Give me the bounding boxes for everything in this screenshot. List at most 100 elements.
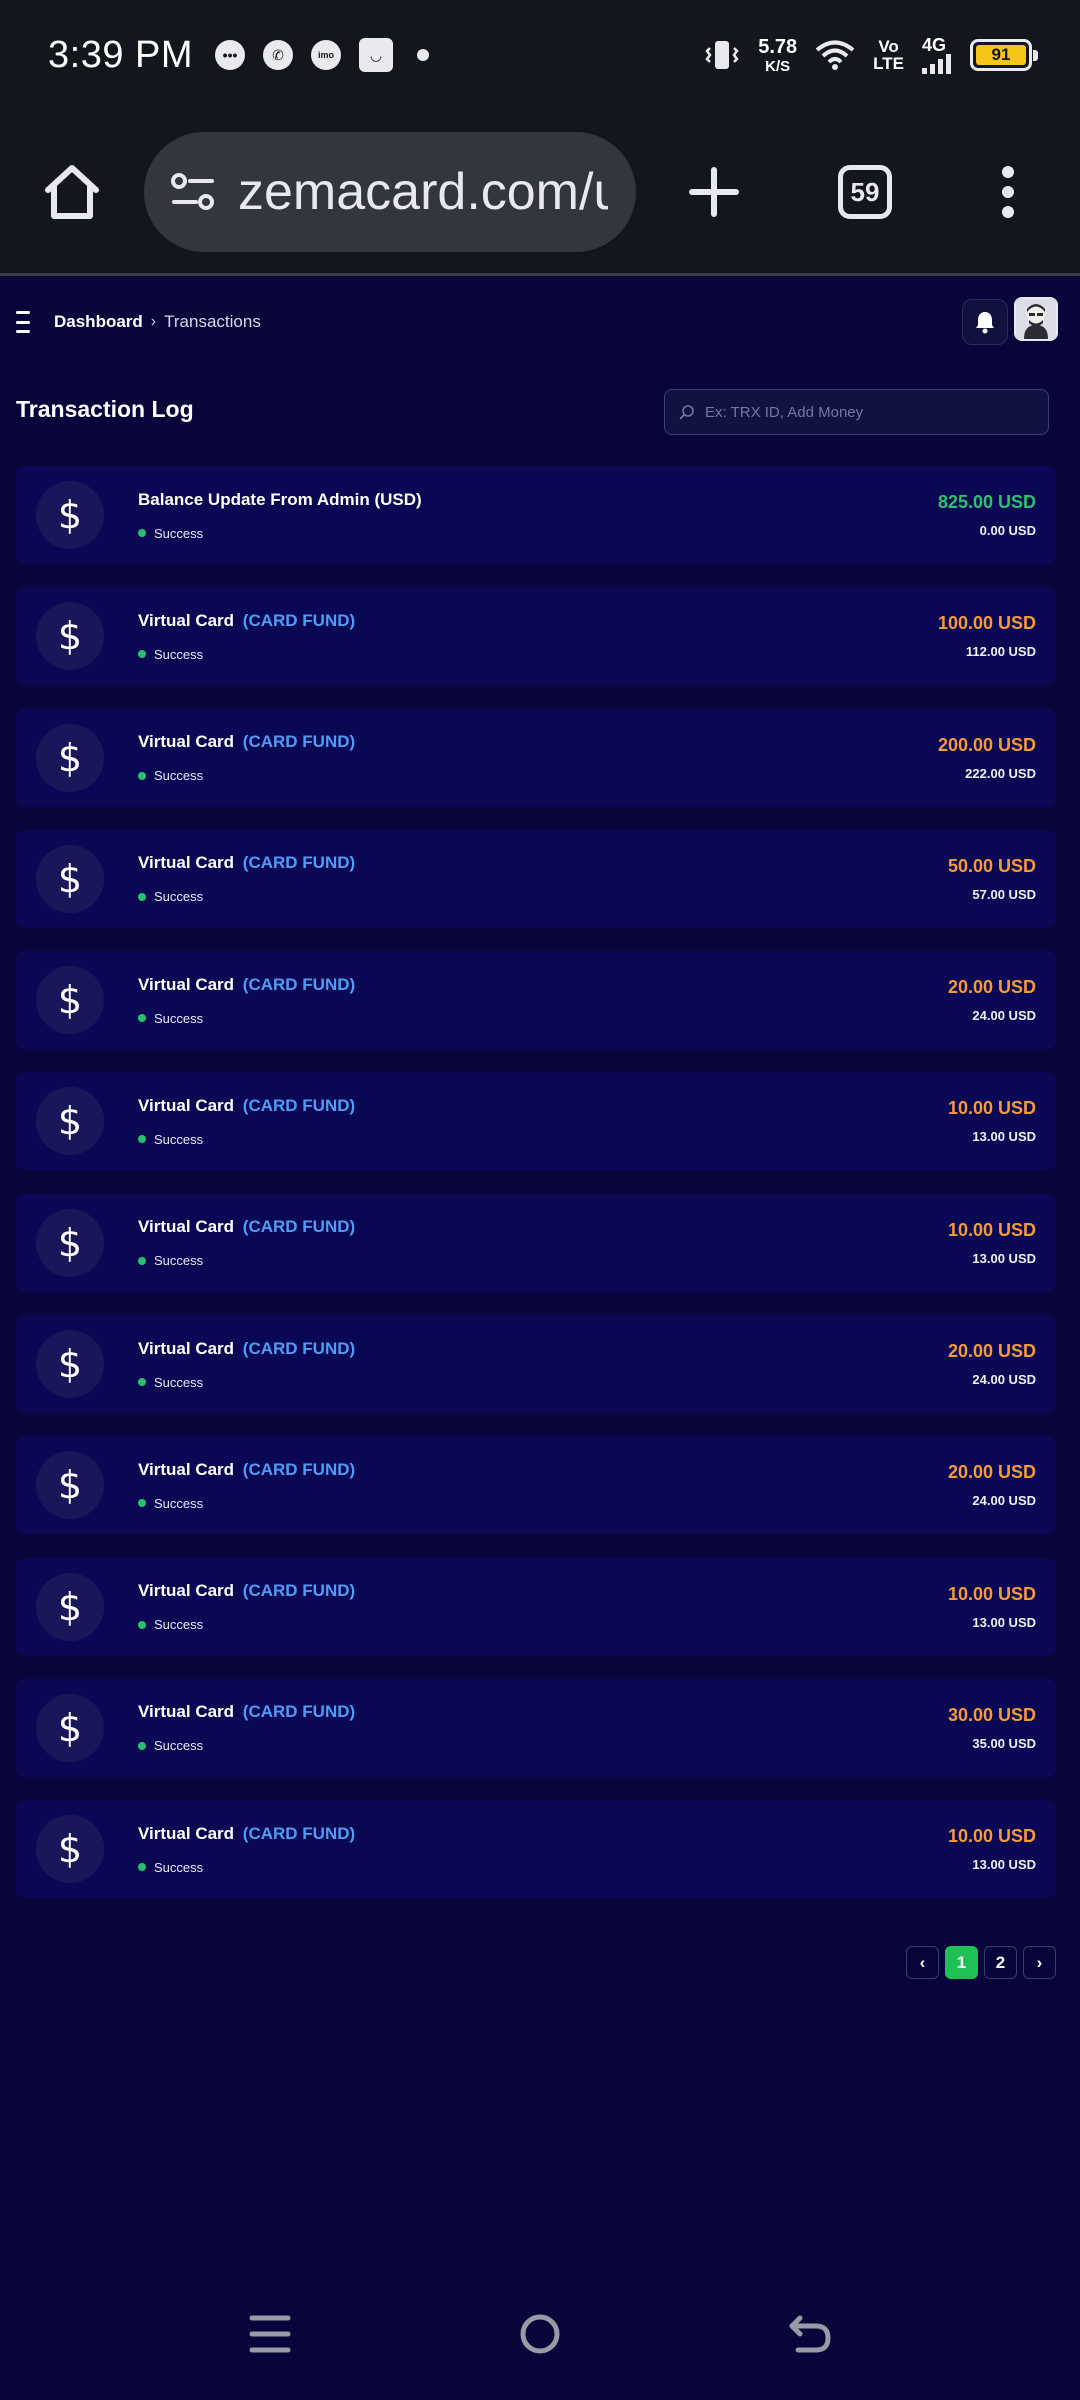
transaction-row[interactable]: $ Virtual Card (CARD FUND) Success 200.0… bbox=[16, 708, 1056, 807]
new-tab-icon[interactable] bbox=[684, 160, 744, 224]
transaction-type: Virtual Card bbox=[138, 1581, 235, 1601]
vibrate-icon bbox=[705, 41, 739, 69]
transaction-tag: (CARD FUND) bbox=[242, 1095, 356, 1115]
pagination: ‹ 1 2 › bbox=[906, 1946, 1056, 1979]
status-dot-icon bbox=[138, 1256, 146, 1265]
transaction-tag: (CARD FUND) bbox=[242, 1823, 356, 1843]
transaction-tag: (CARD FUND) bbox=[242, 1459, 356, 1479]
status-badge: Success bbox=[138, 1738, 355, 1753]
more-vert-icon[interactable] bbox=[996, 160, 1020, 224]
transaction-amounts: 10.00 USD 13.00 USD bbox=[948, 1584, 1036, 1630]
status-dot-icon bbox=[138, 1378, 146, 1387]
status-label: Success bbox=[154, 1010, 204, 1026]
status-badge: Success bbox=[138, 1496, 355, 1511]
status-label: Success bbox=[154, 646, 204, 662]
transaction-row[interactable]: $ Virtual Card (CARD FUND) Success 10.00… bbox=[16, 1193, 1056, 1292]
breadcrumb-dashboard-link[interactable]: Dashboard bbox=[54, 312, 143, 332]
transaction-title: Virtual Card (CARD FUND) bbox=[138, 1217, 355, 1237]
dollar-icon: $ bbox=[36, 1087, 104, 1156]
transaction-total: 13.00 USD bbox=[972, 1129, 1036, 1145]
transaction-amounts: 200.00 USD 222.00 USD bbox=[938, 735, 1036, 781]
dollar-icon: $ bbox=[36, 1693, 104, 1762]
transaction-row[interactable]: $ Virtual Card (CARD FUND) Success 20.00… bbox=[16, 951, 1056, 1050]
transaction-row[interactable]: $ Virtual Card (CARD FUND) Success 10.00… bbox=[16, 1557, 1056, 1656]
home-circle-icon[interactable] bbox=[518, 2310, 562, 2358]
transaction-row[interactable]: $ Balance Update From Admin (USD) Succes… bbox=[16, 466, 1056, 564]
transaction-amounts: 20.00 USD 24.00 USD bbox=[948, 977, 1036, 1023]
dollar-icon: $ bbox=[36, 1330, 104, 1399]
status-dot-icon bbox=[138, 1014, 146, 1023]
network-type: 4G bbox=[922, 35, 947, 55]
tab-switcher-button[interactable]: 59 bbox=[838, 165, 892, 219]
search-input[interactable] bbox=[705, 403, 1025, 421]
transaction-row[interactable]: $ Virtual Card (CARD FUND) Success 10.00… bbox=[16, 1072, 1056, 1171]
pagination-page-2[interactable]: 2 bbox=[984, 1946, 1017, 1979]
pagination-prev-button[interactable]: ‹ bbox=[906, 1946, 939, 1979]
transaction-row[interactable]: $ Virtual Card (CARD FUND) Success 20.00… bbox=[16, 1436, 1056, 1535]
page-header: Dashboard › Transactions bbox=[0, 279, 1080, 365]
transaction-amounts: 10.00 USD 13.00 USD bbox=[948, 1098, 1036, 1144]
menu-toggle-icon[interactable] bbox=[16, 311, 42, 333]
notification-button[interactable] bbox=[962, 299, 1008, 345]
transaction-row[interactable]: $ Virtual Card (CARD FUND) Success 30.00… bbox=[16, 1678, 1056, 1777]
status-badge: Success bbox=[138, 768, 355, 783]
home-icon[interactable] bbox=[40, 160, 104, 224]
transaction-row[interactable]: $ Virtual Card (CARD FUND) Success 100.0… bbox=[16, 587, 1056, 686]
more-notifications-icon bbox=[417, 49, 430, 61]
transaction-amount: 20.00 USD bbox=[947, 977, 1036, 998]
transaction-info: Virtual Card (CARD FUND) Success bbox=[138, 611, 355, 662]
back-icon[interactable] bbox=[786, 2310, 834, 2358]
dollar-icon: $ bbox=[36, 1815, 104, 1884]
transaction-info: Virtual Card (CARD FUND) Success bbox=[138, 1460, 355, 1511]
transaction-row[interactable]: $ Virtual Card (CARD FUND) Success 20.00… bbox=[16, 1315, 1056, 1414]
status-label: Success bbox=[154, 1131, 204, 1147]
transaction-type: Virtual Card bbox=[138, 610, 235, 630]
transaction-row[interactable]: $ Virtual Card (CARD FUND) Success 50.00… bbox=[16, 829, 1056, 928]
transaction-amounts: 20.00 USD 24.00 USD bbox=[948, 1462, 1036, 1508]
transaction-type: Virtual Card bbox=[138, 1702, 235, 1722]
transaction-amount: 200.00 USD bbox=[937, 734, 1036, 755]
transaction-type: Balance Update From Admin (USD) bbox=[138, 489, 422, 509]
dollar-icon: $ bbox=[36, 481, 104, 549]
transaction-type: Virtual Card bbox=[138, 853, 235, 873]
transaction-total: 35.00 USD bbox=[972, 1735, 1036, 1751]
transaction-amount: 10.00 USD bbox=[947, 1583, 1036, 1604]
address-bar[interactable]: zemacard.com/us bbox=[144, 132, 636, 252]
transaction-tag: (CARD FUND) bbox=[242, 853, 356, 873]
transaction-type: Virtual Card bbox=[138, 732, 235, 752]
transaction-amounts: 825.00 USD 0.00 USD bbox=[938, 492, 1036, 538]
recent-apps-icon[interactable] bbox=[248, 2310, 292, 2358]
transaction-info: Virtual Card (CARD FUND) Success bbox=[138, 1217, 355, 1268]
transaction-tag: (CARD FUND) bbox=[242, 1702, 356, 1722]
transaction-title: Virtual Card (CARD FUND) bbox=[138, 1702, 355, 1722]
transaction-type: Virtual Card bbox=[138, 1217, 235, 1237]
imo-icon: imo bbox=[311, 40, 342, 70]
transaction-row[interactable]: $ Virtual Card (CARD FUND) Success 10.00… bbox=[16, 1800, 1056, 1899]
status-label: Success bbox=[154, 768, 204, 784]
transaction-amounts: 100.00 USD 112.00 USD bbox=[938, 613, 1036, 659]
whatsapp-icon: ✆ bbox=[263, 40, 294, 70]
transaction-type: Virtual Card bbox=[138, 974, 235, 994]
url-text[interactable]: zemacard.com/us bbox=[238, 162, 608, 222]
dollar-icon: $ bbox=[36, 1451, 104, 1520]
status-time: 3:39 PM bbox=[48, 33, 194, 76]
pagination-next-button[interactable]: › bbox=[1023, 1946, 1056, 1979]
search-box[interactable] bbox=[664, 389, 1049, 435]
site-settings-icon[interactable] bbox=[170, 172, 216, 212]
pagination-page-1[interactable]: 1 bbox=[945, 1946, 978, 1979]
battery-icon: 91 bbox=[970, 39, 1038, 71]
transaction-tag: (CARD FUND) bbox=[242, 732, 356, 752]
transaction-info: Virtual Card (CARD FUND) Success bbox=[138, 1096, 355, 1147]
status-label: Success bbox=[154, 1738, 204, 1754]
transaction-info: Virtual Card (CARD FUND) Success bbox=[138, 732, 355, 783]
notification-icons: ••• ✆ imo ◡ bbox=[215, 38, 430, 72]
status-badge: Success bbox=[138, 647, 355, 662]
status-label: Success bbox=[154, 1495, 204, 1511]
transaction-amount: 20.00 USD bbox=[947, 1341, 1036, 1362]
dollar-icon: $ bbox=[36, 602, 104, 671]
status-badge: Success bbox=[138, 889, 355, 904]
user-avatar[interactable] bbox=[1014, 297, 1058, 341]
transaction-amount: 100.00 USD bbox=[937, 613, 1036, 634]
transaction-info: Virtual Card (CARD FUND) Success bbox=[138, 853, 355, 904]
status-badge: Success bbox=[138, 1375, 355, 1390]
